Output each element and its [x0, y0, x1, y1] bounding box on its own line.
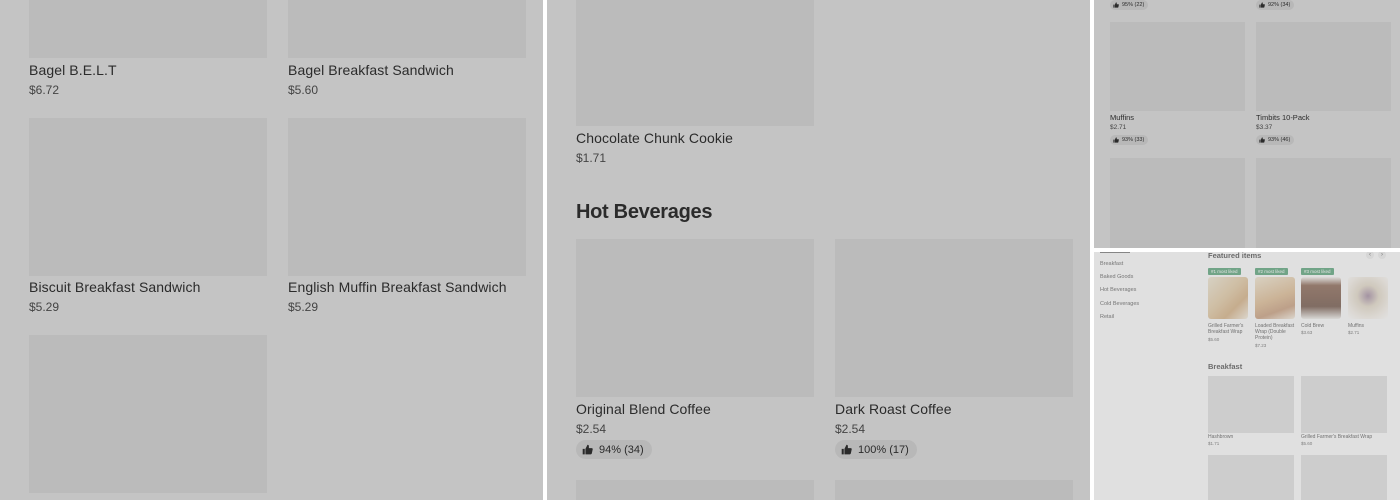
rating-text: 93% (46) [1268, 137, 1291, 143]
panel-baked-goods: 95% (22) 92% (34) Muffins $2.71 93% (33)… [1094, 0, 1400, 248]
section-title: Hot Beverages [576, 201, 713, 223]
item-price: $2.54 [576, 422, 607, 436]
featured-item-name[interactable]: Grilled Farmer's Breakfast Wrap [1208, 323, 1248, 335]
rating-badge: 93% (33) [1110, 135, 1149, 145]
item-image[interactable] [29, 118, 267, 276]
item-image[interactable] [288, 118, 526, 276]
sidebar-item-retail[interactable]: Retail [1100, 314, 1114, 320]
item-price: $5.29 [288, 300, 319, 314]
panel-hot-beverages: Chocolate Chunk Cookie $1.71 Hot Beverag… [547, 0, 1090, 500]
item-price: $5.60 [288, 83, 319, 97]
item-name[interactable]: Chocolate Chunk Cookie [576, 130, 733, 146]
sidebar-item-breakfast[interactable]: Breakfast [1100, 261, 1123, 267]
item-image[interactable] [576, 239, 814, 397]
most-liked-badge: #1 most liked [1208, 268, 1241, 275]
featured-item-name[interactable]: Loaded Breakfast Wrap (Double Protein) [1255, 323, 1295, 341]
thumbs-up-icon [1259, 137, 1265, 143]
item-name[interactable]: Muffins [1110, 113, 1134, 122]
rating-text: 94% (34) [599, 443, 644, 456]
featured-item-image[interactable] [1301, 277, 1341, 319]
item-image[interactable] [1256, 158, 1391, 248]
item-price: $5.60 [1301, 441, 1313, 446]
item-image[interactable] [576, 0, 814, 126]
item-image[interactable] [576, 480, 814, 500]
thumbs-up-icon [841, 444, 852, 455]
featured-item-image[interactable] [1208, 277, 1248, 319]
item-image[interactable] [835, 480, 1073, 500]
sidebar-item-hot-beverages[interactable]: Hot Beverages [1100, 287, 1136, 293]
featured-item-name[interactable]: Cold Brew [1301, 323, 1324, 329]
item-price: $3.37 [1256, 124, 1273, 131]
item-image[interactable] [29, 0, 267, 58]
rating-badge: 100% (17) [835, 440, 917, 459]
breakfast-section-title: Breakfast [1208, 362, 1243, 371]
item-name[interactable]: Original Blend Coffee [576, 401, 711, 417]
rating-badge: 94% (34) [576, 440, 652, 459]
item-image[interactable] [1110, 158, 1245, 248]
featured-item-price: $5.60 [1208, 337, 1220, 342]
rating-badge: 95% (22) [1110, 0, 1149, 10]
rating-badge: 92% (34) [1256, 0, 1295, 10]
featured-item-image[interactable] [1348, 277, 1388, 319]
rating-text: 93% (33) [1122, 137, 1145, 143]
thumbs-up-icon [1113, 137, 1119, 143]
thumbs-up-icon [1259, 2, 1265, 8]
sidebar-divider [1100, 252, 1130, 253]
item-name[interactable]: Dark Roast Coffee [835, 401, 952, 417]
rating-text: 100% (17) [858, 443, 909, 456]
item-name[interactable]: Grilled Farmer's Breakfast Wrap [1301, 434, 1372, 440]
item-price: $2.71 [1110, 124, 1127, 131]
item-price: $1.71 [1208, 441, 1220, 446]
item-image[interactable] [1110, 22, 1245, 111]
sidebar-item-baked-goods[interactable]: Baked Goods [1100, 274, 1133, 280]
item-price: $2.54 [835, 422, 866, 436]
item-price: $6.72 [29, 83, 60, 97]
rating-text: 95% (22) [1122, 2, 1145, 8]
most-liked-badge: #2 most liked [1255, 268, 1288, 275]
item-price: $1.71 [576, 151, 607, 165]
item-name[interactable]: Timbits 10-Pack [1256, 113, 1310, 122]
item-image[interactable] [1301, 455, 1387, 500]
featured-item-price: $2.71 [1348, 330, 1360, 335]
item-image[interactable] [1208, 455, 1294, 500]
item-image[interactable] [29, 335, 267, 493]
item-name[interactable]: Bagel B.E.L.T [29, 62, 117, 78]
featured-item-price: $7.23 [1255, 343, 1267, 348]
item-name[interactable]: Biscuit Breakfast Sandwich [29, 279, 200, 295]
item-image[interactable] [1301, 376, 1387, 433]
sidebar-item-cold-beverages[interactable]: Cold Beverages [1100, 301, 1139, 307]
item-image[interactable] [1208, 376, 1294, 433]
featured-items-title: Featured items [1208, 252, 1262, 260]
featured-item-price: $3.63 [1301, 330, 1313, 335]
featured-item-name[interactable]: Muffins [1348, 323, 1364, 329]
item-price: $5.29 [29, 300, 60, 314]
item-image[interactable] [835, 239, 1073, 397]
chevron-left-icon: ‹ [1369, 252, 1371, 258]
rating-text: 92% (34) [1268, 2, 1291, 8]
item-name[interactable]: English Muffin Breakfast Sandwich [288, 279, 507, 295]
featured-item-image[interactable] [1255, 277, 1295, 319]
most-liked-badge: #3 most liked [1301, 268, 1334, 275]
carousel-prev-button[interactable]: ‹ [1366, 252, 1374, 259]
thumbs-up-icon [582, 444, 593, 455]
item-image[interactable] [288, 0, 526, 58]
item-image[interactable] [1256, 22, 1391, 111]
thumbs-up-icon [1113, 2, 1119, 8]
carousel-next-button[interactable]: › [1378, 252, 1386, 259]
panel-store-menu: Breakfast Baked Goods Hot Beverages Cold… [1094, 252, 1400, 500]
item-name[interactable]: Hashbrown [1208, 434, 1233, 440]
panel-bagels: Bagel B.E.L.T $6.72 Bagel Breakfast Sand… [0, 0, 543, 500]
item-name[interactable]: Bagel Breakfast Sandwich [288, 62, 454, 78]
chevron-right-icon: › [1381, 252, 1383, 258]
rating-badge: 93% (46) [1256, 135, 1295, 145]
screenshot-collage: Bagel B.E.L.T $6.72 Bagel Breakfast Sand… [0, 0, 1400, 500]
